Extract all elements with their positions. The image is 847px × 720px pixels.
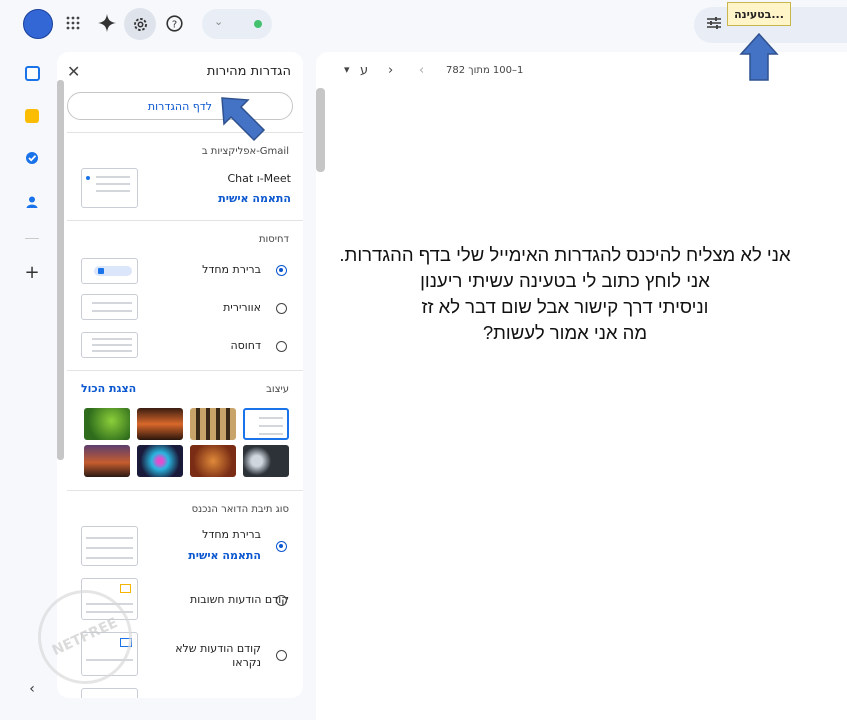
keep-app-icon[interactable] [14,104,50,128]
divider [67,220,303,221]
panel-title: הגדרות מהירות [206,64,291,79]
theme-thumbnail[interactable] [137,408,183,440]
inbox-important-radio[interactable] [276,595,287,606]
chevron-left-icon[interactable]: ‹ [419,63,424,78]
language-label[interactable]: ע [360,63,368,78]
annotation-arrow-diagonal [221,97,266,142]
svg-text:?: ? [171,19,176,30]
add-app-icon[interactable]: + [14,260,50,284]
contacts-app-icon[interactable] [14,190,50,214]
density-comfortable-radio[interactable] [276,303,287,314]
help-icon[interactable]: ? [163,12,185,34]
question-line: אני לוחץ כתוב לי בטעינה עשיתי ריענון [420,270,710,291]
inbox-customize-link[interactable]: התאמה אישית [188,549,261,562]
inbox-default-radio[interactable] [276,541,287,552]
theme-thumbnail[interactable] [84,408,130,440]
inbox-option-unread-first: קודם הודעות שלא נקראו [175,642,261,669]
calendar-app-icon[interactable] [14,61,50,85]
tasks-app-icon[interactable] [14,146,50,170]
rail-divider [25,238,39,239]
theme-thumbnail[interactable] [84,445,130,477]
theme-default-thumbnail[interactable] [243,408,289,440]
main-scrollbar[interactable] [316,88,325,172]
settings-gear-button[interactable] [124,8,156,40]
divider [67,490,303,491]
chat-meet-thumbnail [81,168,138,208]
gear-icon [133,17,147,31]
close-icon[interactable]: ✕ [67,62,80,81]
inbox-option-important-first: קודם הודעות חשובות [190,593,289,606]
annotation-arrow-up [739,32,779,81]
density-option-default: ברירת מחדל [202,263,261,276]
inbox-next-thumbnail [81,688,138,698]
theme-thumbnail[interactable] [190,445,236,477]
loading-tooltip: בטעינה... [727,2,791,26]
status-dot [254,20,262,28]
collapse-chevron-icon[interactable]: ‹ [14,677,50,701]
apps-section-heading: אפליקציות ב-Gmail [201,146,289,157]
overlay-question: אני לא מצליח להיכנס להגדרות האימייל שלי … [300,242,830,346]
theme-thumbnail[interactable] [190,408,236,440]
theme-section-heading: עיצוב [266,384,289,395]
status-selector[interactable]: ⌄ [202,9,272,39]
view-all-themes-link[interactable]: הצגת הכול [81,382,136,395]
inbox-default-thumbnail [81,526,138,566]
tune-icon[interactable] [706,16,722,34]
chat-meet-label: Chat ו-Meet [227,172,291,185]
question-line: אני לא מצליח להיכנס להגדרות האימייל שלי … [339,244,791,265]
density-default-radio[interactable] [276,265,287,276]
theme-thumbnail[interactable] [137,445,183,477]
pagination-text: 1–100 מתוך 782 [446,65,524,76]
divider [67,370,303,371]
panel-scrollbar[interactable] [57,80,64,460]
mail-list-area [316,52,847,720]
inbox-type-heading: סוג תיבת הדואר הנכנס [191,504,289,515]
chevron-right-icon[interactable]: › [388,63,393,78]
chevron-down-icon: ⌄ [214,15,224,28]
apps-customize-link[interactable]: התאמה אישית [218,192,291,205]
density-default-thumbnail [81,258,138,284]
inbox-option-default: ברירת מחדל [202,528,261,541]
density-option-compact: דחוסה [230,339,261,352]
question-line: וניסיתי דרך קישור אבל שום דבר לא זז [421,296,709,317]
sparkle-icon[interactable] [96,12,118,34]
density-comfortable-thumbnail [81,294,138,320]
question-line: מה אני אמור לעשות? [482,322,648,343]
inbox-unread-radio[interactable] [276,650,287,661]
density-option-comfortable: אוורירית [223,301,261,314]
density-compact-thumbnail [81,332,138,358]
density-section-heading: דחיסות [258,234,289,245]
account-avatar[interactable] [23,9,53,39]
dropdown-caret-icon[interactable]: ▾ [344,63,350,76]
theme-thumbnail[interactable] [243,445,289,477]
apps-grid-icon[interactable] [62,12,84,34]
density-compact-radio[interactable] [276,341,287,352]
